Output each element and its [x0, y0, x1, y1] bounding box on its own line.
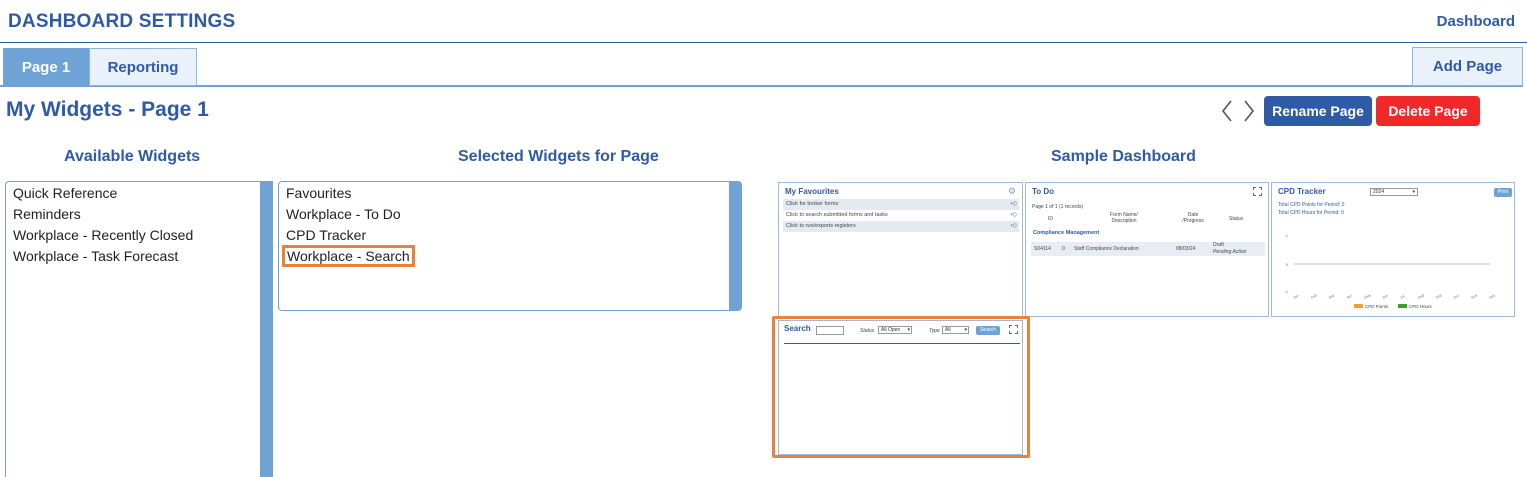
list-item[interactable]: Favourites	[286, 185, 351, 201]
available-widgets-list[interactable]: Quick Reference Reminders Workplace - Re…	[5, 181, 273, 477]
page-title: DASHBOARD SETTINGS	[8, 11, 236, 32]
chevron-right-icon: ›◇	[1010, 201, 1017, 207]
delete-page-button[interactable]: Delete Page	[1376, 96, 1480, 126]
expand-icon	[1253, 187, 1262, 196]
x-tick-label: Jul	[1399, 294, 1405, 300]
column-header: Status	[1229, 216, 1244, 222]
x-tick-label: Mar	[1328, 293, 1336, 300]
x-tick-label: Oct	[1453, 294, 1460, 300]
x-tick-label: Apr	[1346, 293, 1354, 300]
column-header: Date /Progress	[1182, 212, 1204, 224]
x-tick-label: Aug	[1417, 293, 1425, 300]
tab-reporting[interactable]: Reporting	[89, 48, 197, 86]
sample-cpd-widget: CPD Tracker 2024 ▾ Print Total CPD Points…	[1271, 182, 1515, 317]
x-tick-label: May	[1364, 293, 1372, 300]
chevron-right-icon: ›◇	[1010, 212, 1017, 218]
x-tick-label: Nov	[1471, 293, 1479, 300]
legend-label: CPD Hours	[1409, 304, 1433, 309]
widgets-heading: My Widgets - Page 1	[6, 98, 209, 121]
selected-widgets-title: Selected Widgets for Page	[458, 148, 659, 165]
column-header: ID	[1048, 216, 1053, 222]
table-row: S04114 0 Staff Compliance Declaration 08…	[1031, 242, 1265, 256]
x-tick-label: Jan	[1293, 294, 1300, 300]
list-item: Click to run/exports registers ›◇	[783, 221, 1019, 232]
y-tick-label: 0	[1286, 262, 1289, 267]
tab-page-1[interactable]: Page 1	[3, 48, 89, 86]
list-item[interactable]: Workplace - To Do	[286, 206, 401, 222]
todo-title: To Do	[1032, 187, 1055, 196]
column-header: Form Name/ Description	[1110, 212, 1138, 224]
legend-swatch	[1354, 304, 1363, 308]
sample-todo-widget: To Do Page 1 of 1 (1 records) ID Form Na…	[1025, 182, 1269, 317]
highlight-frame	[772, 316, 1030, 458]
page-tabs: Page 1 Reporting Add Page	[0, 47, 1523, 87]
favourites-title: My Favourites	[785, 187, 839, 196]
list-item-highlighted[interactable]: Workplace - Search	[282, 245, 415, 267]
list-divider-bar	[260, 182, 272, 477]
chevron-right-icon: ›◇	[1010, 223, 1017, 229]
cpd-chart: 1 0 -1 Jan Feb Mar Apr May Jun Jul Aug Sep Oct Nov Dec…	[1284, 233, 1497, 309]
available-widgets-title: Available Widgets	[64, 148, 201, 165]
list-item[interactable]: Quick Reference	[13, 185, 117, 201]
list-item[interactable]: Workplace - Task Forecast	[13, 248, 178, 264]
selected-widgets-list[interactable]: Favourites Workplace - To Do CPD Tracker…	[278, 181, 742, 311]
add-page-button[interactable]: Add Page	[1412, 47, 1523, 86]
list-item[interactable]: Reminders	[13, 206, 81, 222]
group-label: Compliance Management	[1033, 230, 1100, 236]
rename-page-button[interactable]: Rename Page	[1264, 96, 1372, 126]
x-tick-label: Sep	[1435, 293, 1443, 300]
x-tick-label: Dec	[1489, 293, 1497, 300]
y-tick-label: 1	[1286, 233, 1289, 238]
legend-swatch	[1398, 304, 1407, 308]
list-item: Click for broker forms ›◇	[783, 199, 1019, 210]
legend-label: CPD Points	[1365, 304, 1389, 309]
sample-dashboard-title: Sample Dashboard	[1051, 148, 1196, 165]
list-item: Click to search submitted forms and task…	[783, 210, 1019, 221]
list-item[interactable]: CPD Tracker	[286, 227, 366, 243]
gear-icon: ⚙	[1007, 186, 1016, 196]
chevron-right-icon[interactable]	[1242, 99, 1256, 123]
x-tick-label: Jun	[1382, 294, 1389, 300]
top-header: DASHBOARD SETTINGS Dashboard	[0, 0, 1527, 43]
list-item[interactable]: Workplace - Recently Closed	[13, 227, 193, 243]
y-tick-label: -1	[1284, 289, 1288, 294]
list-scrollbar[interactable]	[729, 182, 741, 310]
sample-favourites-widget: My Favourites ⚙ Click for broker forms ›◇…	[778, 182, 1023, 317]
x-tick-label: Feb	[1310, 293, 1317, 300]
chevron-left-icon[interactable]	[1220, 99, 1234, 123]
paging-info: Page 1 of 1 (1 records)	[1032, 204, 1084, 210]
dashboard-link[interactable]: Dashboard	[1437, 13, 1515, 30]
